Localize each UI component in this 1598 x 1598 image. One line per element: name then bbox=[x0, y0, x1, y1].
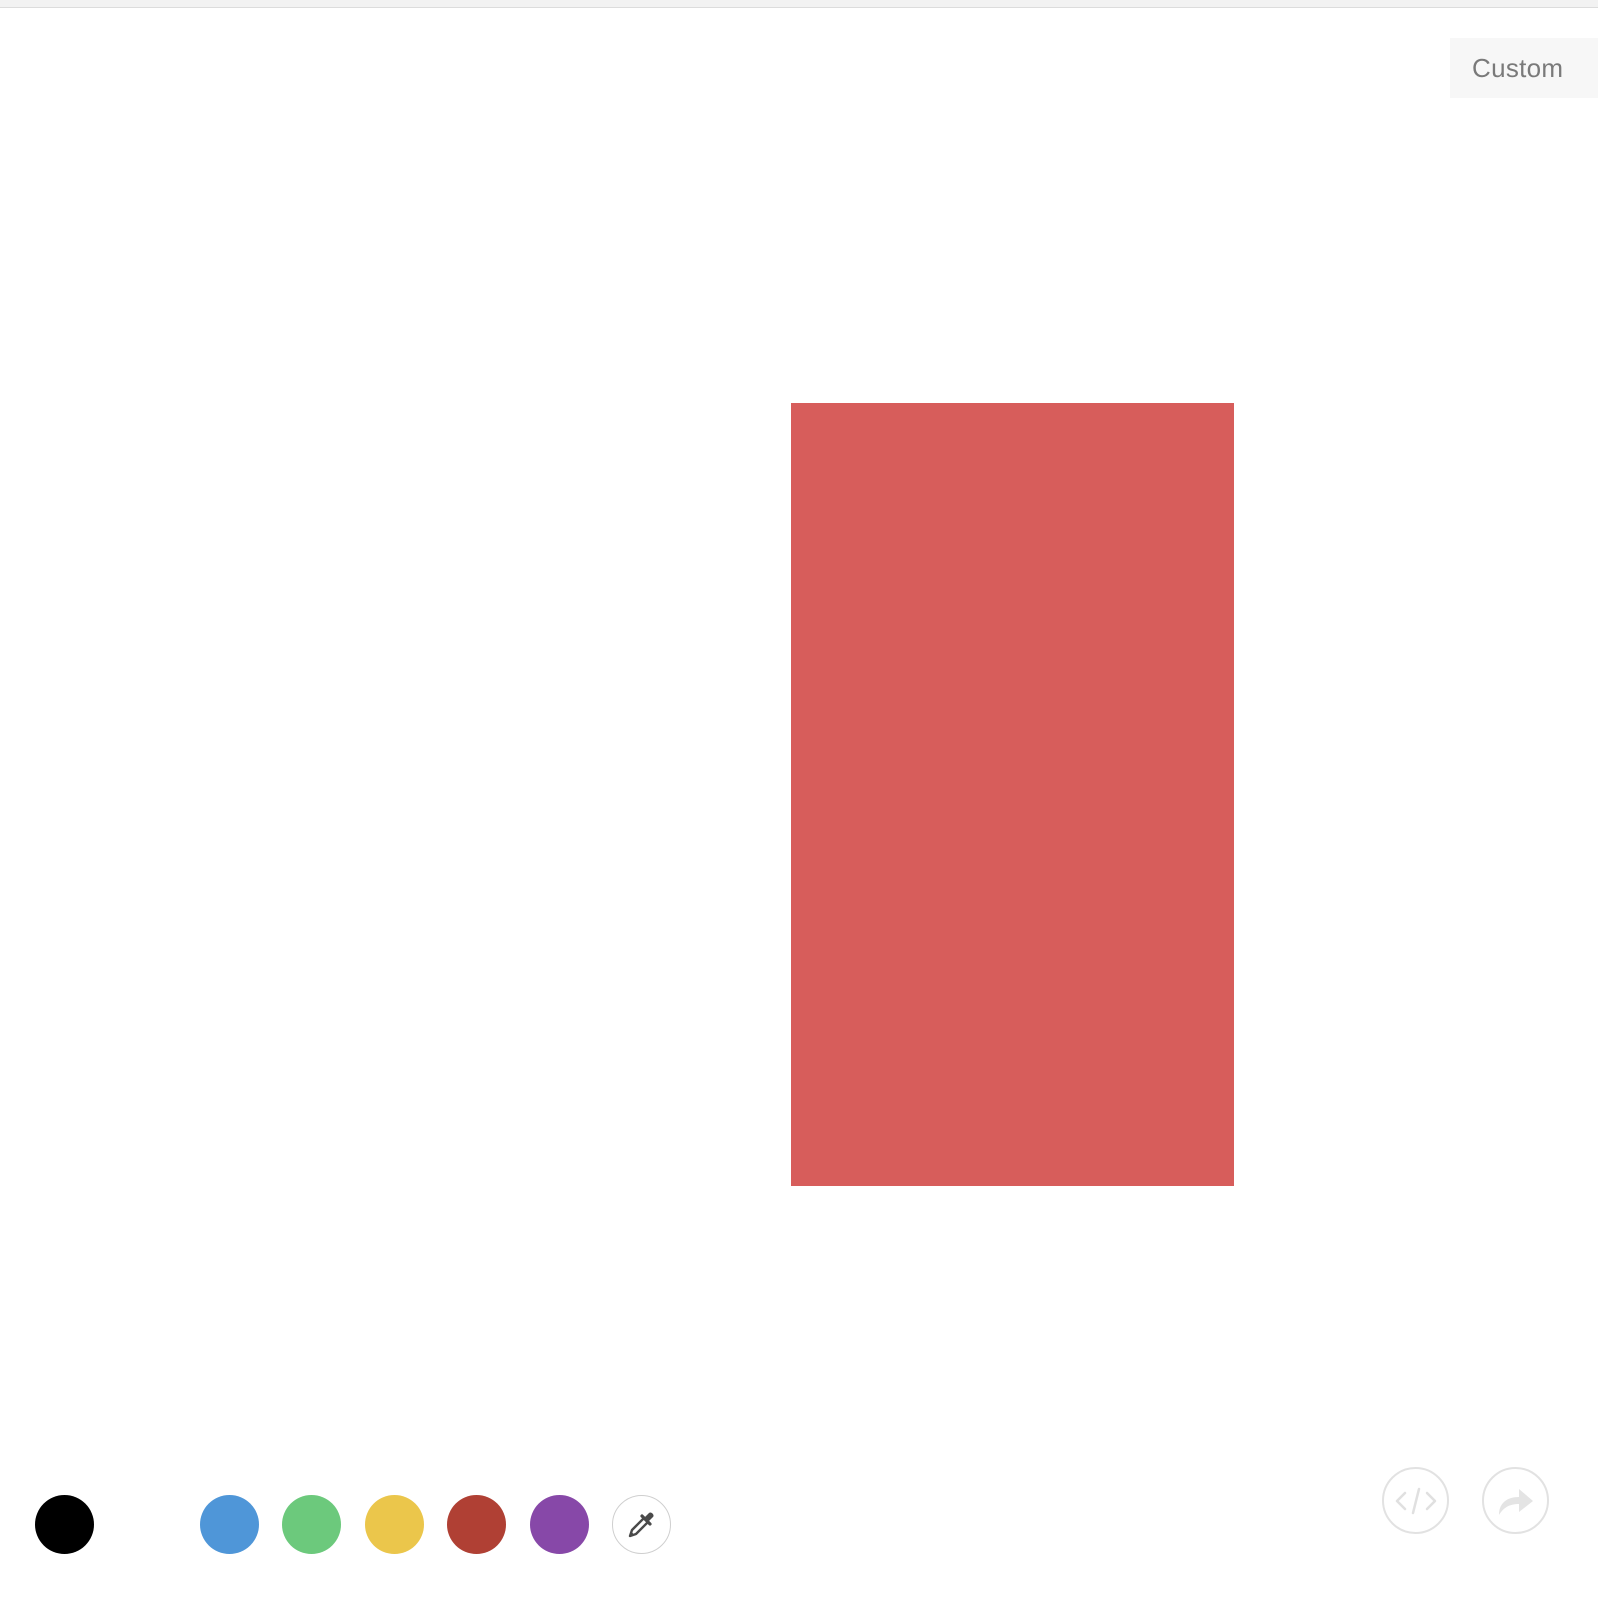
canvas-rectangle[interactable] bbox=[791, 403, 1234, 1186]
share-arrow-icon bbox=[1498, 1488, 1533, 1515]
swatch-purple[interactable] bbox=[530, 1495, 589, 1554]
embed-code-button[interactable] bbox=[1382, 1467, 1449, 1534]
swatch-black[interactable] bbox=[35, 1495, 94, 1554]
top-border bbox=[0, 0, 1598, 8]
swatch-yellow[interactable] bbox=[365, 1495, 424, 1554]
swatch-white[interactable] bbox=[117, 1495, 176, 1554]
swatch-blue[interactable] bbox=[200, 1495, 259, 1554]
code-icon bbox=[1395, 1487, 1436, 1514]
eyedropper-icon bbox=[628, 1511, 654, 1537]
custom-button[interactable]: Custom bbox=[1450, 38, 1598, 98]
drawing-app: Custom bbox=[0, 0, 1598, 1598]
swatch-green[interactable] bbox=[282, 1495, 341, 1554]
swatch-red[interactable] bbox=[447, 1495, 506, 1554]
share-button[interactable] bbox=[1482, 1467, 1549, 1534]
eyedropper-button[interactable] bbox=[612, 1495, 671, 1554]
